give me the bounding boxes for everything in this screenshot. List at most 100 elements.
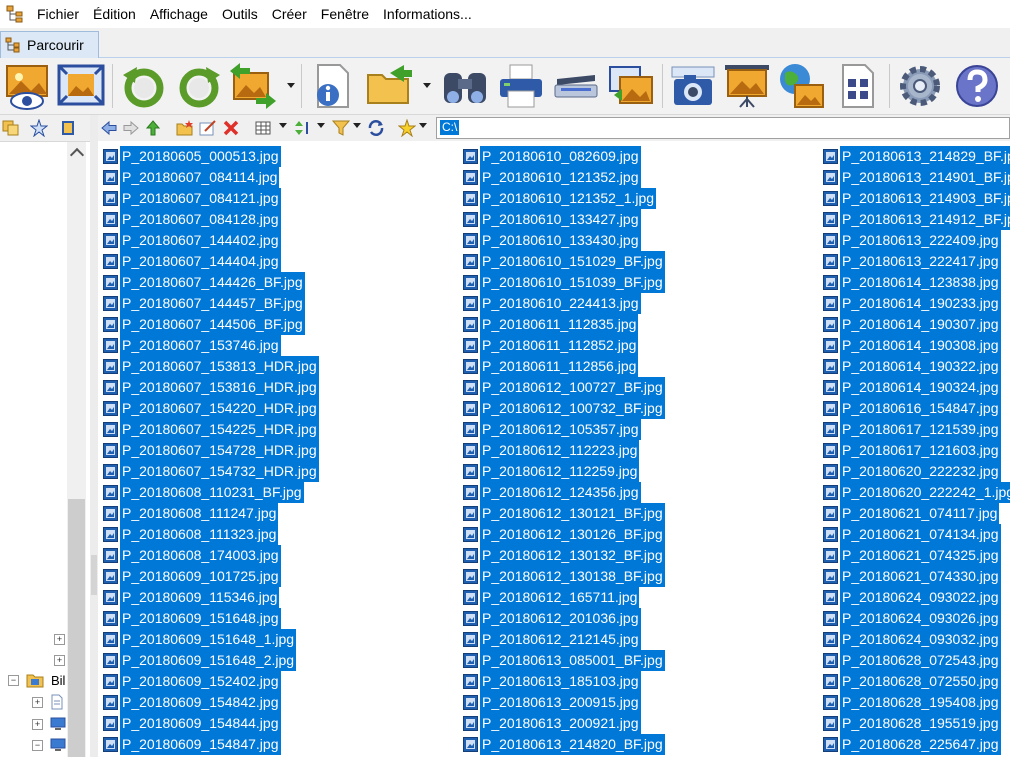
file-item[interactable]: P_20180628_195408.jpg xyxy=(823,692,1010,713)
file-item[interactable]: P_20180620_222242_1.jpg xyxy=(823,482,1010,503)
chevron-down-icon[interactable] xyxy=(287,83,295,88)
tree-node-library[interactable]: − Bil xyxy=(0,671,66,691)
file-item[interactable]: P_20180621_074117.jpg xyxy=(823,503,1010,524)
file-item[interactable]: P_20180607_154728_HDR.jpg xyxy=(103,440,319,461)
collapse-icon[interactable]: − xyxy=(32,740,43,751)
file-item[interactable]: P_20180613_185103.jpg xyxy=(463,671,665,692)
file-item[interactable]: P_20180613_200915.jpg xyxy=(463,692,665,713)
back-icon[interactable] xyxy=(100,119,118,137)
tree-node[interactable]: + xyxy=(0,630,66,650)
scroll-up-icon[interactable] xyxy=(69,147,85,163)
file-item[interactable]: P_20180612_112223.jpg xyxy=(463,440,665,461)
file-item[interactable]: P_20180611_112856.jpg xyxy=(463,356,665,377)
file-item[interactable]: P_20180610_133430.jpg xyxy=(463,230,665,251)
help-icon[interactable] xyxy=(952,61,1002,111)
favorites-icon[interactable] xyxy=(30,119,48,137)
chevron-down-icon[interactable] xyxy=(279,123,287,128)
file-item[interactable]: P_20180609_151648_1.jpg xyxy=(103,629,319,650)
file-item[interactable]: P_20180609_154842.jpg xyxy=(103,692,319,713)
file-item[interactable]: P_20180613_214903_BF.jpg xyxy=(823,188,1010,209)
file-item[interactable]: P_20180621_074330.jpg xyxy=(823,566,1010,587)
menu-edition[interactable]: Édition xyxy=(86,0,143,28)
chevron-down-icon[interactable] xyxy=(423,83,431,88)
web-icon[interactable] xyxy=(777,61,827,111)
file-item[interactable]: P_20180607_153813_HDR.jpg xyxy=(103,356,319,377)
file-item[interactable]: P_20180612_112259.jpg xyxy=(463,461,665,482)
file-item[interactable]: P_20180613_222409.jpg xyxy=(823,230,1010,251)
file-item[interactable]: P_20180628_225647.jpg xyxy=(823,734,1010,755)
menu-outils[interactable]: Outils xyxy=(215,0,265,28)
tree-node[interactable]: − xyxy=(0,736,66,756)
file-item[interactable]: P_20180609_152402.jpg xyxy=(103,671,319,692)
favorite-star-icon[interactable] xyxy=(397,118,417,138)
file-item[interactable]: P_20180624_093032.jpg xyxy=(823,629,1010,650)
slideshow-icon[interactable] xyxy=(606,61,656,111)
menu-informations[interactable]: Informations... xyxy=(376,0,479,28)
file-item[interactable]: P_20180609_154847.jpg xyxy=(103,734,319,755)
file-item[interactable]: P_20180612_130121_BF.jpg xyxy=(463,503,665,524)
file-item[interactable]: P_20180612_130126_BF.jpg xyxy=(463,524,665,545)
file-item[interactable]: P_20180610_151039_BF.jpg xyxy=(463,272,665,293)
file-item[interactable]: P_20180616_154847.jpg xyxy=(823,398,1010,419)
file-item[interactable]: P_20180609_115346.jpg xyxy=(103,587,319,608)
chevron-down-icon[interactable] xyxy=(317,123,325,128)
file-item[interactable]: P_20180628_195519.jpg xyxy=(823,713,1010,734)
file-item[interactable]: P_20180607_154220_HDR.jpg xyxy=(103,398,319,419)
file-item[interactable]: P_20180613_222417.jpg xyxy=(823,251,1010,272)
tree-node[interactable]: + xyxy=(0,651,66,671)
file-item[interactable]: P_20180614_123838.jpg xyxy=(823,272,1010,293)
chevron-down-icon[interactable] xyxy=(353,123,361,128)
tree-node[interactable]: + xyxy=(0,693,66,713)
file-item[interactable]: P_20180624_093022.jpg xyxy=(823,587,1010,608)
file-item[interactable]: P_20180610_224413.jpg xyxy=(463,293,665,314)
file-item[interactable]: P_20180607_144426_BF.jpg xyxy=(103,272,319,293)
file-item[interactable]: P_20180611_112852.jpg xyxy=(463,335,665,356)
thumbnails-icon[interactable] xyxy=(833,61,883,111)
catalog-icon[interactable] xyxy=(59,119,77,137)
scanner-icon[interactable] xyxy=(551,61,601,111)
file-item[interactable]: P_20180613_085001_BF.jpg xyxy=(463,650,665,671)
file-item[interactable]: P_20180612_130132_BF.jpg xyxy=(463,545,665,566)
menu-affichage[interactable]: Affichage xyxy=(143,0,215,28)
file-item[interactable]: P_20180613_200921.jpg xyxy=(463,713,665,734)
file-item[interactable]: P_20180605_000513.jpg xyxy=(103,146,319,167)
print-icon[interactable] xyxy=(496,61,546,111)
file-item[interactable]: P_20180607_153746.jpg xyxy=(103,335,319,356)
file-list[interactable]: P_20180605_000513.jpg P_20180607_084114.j… xyxy=(98,141,1010,757)
rotate-right-icon[interactable] xyxy=(174,61,224,111)
scroll-thumb[interactable] xyxy=(68,499,85,757)
file-item[interactable]: P_20180612_100732_BF.jpg xyxy=(463,398,665,419)
file-item[interactable]: P_20180624_093026.jpg xyxy=(823,608,1010,629)
rename-icon[interactable] xyxy=(199,119,217,137)
delete-icon[interactable] xyxy=(222,119,240,137)
file-item[interactable]: P_20180608_110231_BF.jpg xyxy=(103,482,319,503)
file-item[interactable]: P_20180612_105357.jpg xyxy=(463,419,665,440)
file-item[interactable]: P_20180620_222232.jpg xyxy=(823,461,1010,482)
file-item[interactable]: P_20180613_214820_BF.jpg xyxy=(463,734,665,755)
view-mode-icon[interactable] xyxy=(254,119,272,137)
fullscreen-icon[interactable] xyxy=(56,61,106,111)
file-item[interactable]: P_20180607_084128.jpg xyxy=(103,209,319,230)
forward-icon[interactable] xyxy=(122,119,140,137)
expand-icon[interactable]: + xyxy=(32,697,43,708)
file-item[interactable]: P_20180610_082609.jpg xyxy=(463,146,665,167)
file-item[interactable]: P_20180610_121352.jpg xyxy=(463,167,665,188)
expand-icon[interactable]: + xyxy=(32,719,43,730)
file-item[interactable]: P_20180611_112835.jpg xyxy=(463,314,665,335)
file-item[interactable]: P_20180609_154844.jpg xyxy=(103,713,319,734)
path-input[interactable]: C:\ xyxy=(436,117,1010,139)
file-item[interactable]: P_20180617_121603.jpg xyxy=(823,440,1010,461)
file-item[interactable]: P_20180607_154732_HDR.jpg xyxy=(103,461,319,482)
file-item[interactable]: P_20180607_153816_HDR.jpg xyxy=(103,377,319,398)
file-item[interactable]: P_20180614_190324.jpg xyxy=(823,377,1010,398)
file-item[interactable]: P_20180607_084114.jpg xyxy=(103,167,319,188)
file-item[interactable]: P_20180628_072543.jpg xyxy=(823,650,1010,671)
search-icon[interactable] xyxy=(440,61,490,111)
folders-icon[interactable] xyxy=(2,119,20,137)
file-item[interactable]: P_20180614_190322.jpg xyxy=(823,356,1010,377)
file-item[interactable]: P_20180607_084121.jpg xyxy=(103,188,319,209)
presentation-icon[interactable] xyxy=(722,61,772,111)
menu-fenetre[interactable]: Fenêtre xyxy=(314,0,376,28)
file-item[interactable]: P_20180613_214912_BF.jpg xyxy=(823,209,1010,230)
filter-icon[interactable] xyxy=(331,119,351,137)
